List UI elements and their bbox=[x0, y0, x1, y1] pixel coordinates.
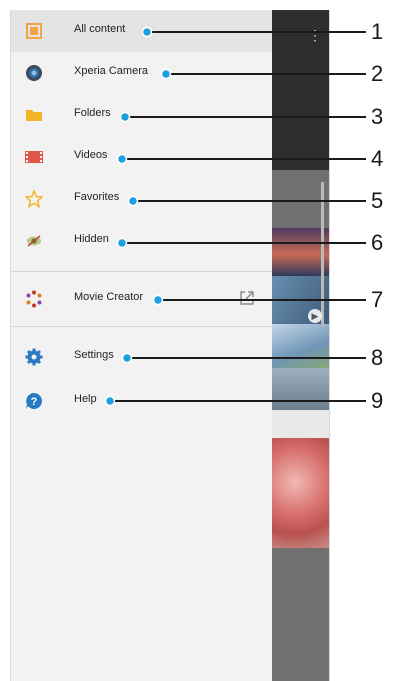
menu-item-label: Xperia Camera bbox=[74, 65, 148, 77]
menu-item-label: All content bbox=[74, 23, 126, 35]
menu-item-label: Movie Creator bbox=[74, 291, 144, 303]
menu-item-label: Videos bbox=[74, 149, 108, 161]
callout-number-4: 4 bbox=[371, 146, 384, 171]
callout-number-8: 8 bbox=[371, 345, 384, 370]
menu-item-all-content[interactable]: All content bbox=[11, 10, 272, 52]
play-icon[interactable]: ▶ bbox=[308, 309, 322, 323]
menu-item-videos[interactable]: Videos bbox=[11, 136, 272, 178]
star-icon bbox=[25, 190, 43, 208]
photo-thumbnail[interactable] bbox=[272, 368, 329, 410]
all-content-icon bbox=[25, 22, 43, 40]
callout-number-7: 7 bbox=[371, 287, 384, 312]
help-icon: ? bbox=[25, 392, 43, 410]
menu-item-label: Folders bbox=[74, 107, 111, 119]
menu-divider bbox=[11, 271, 272, 272]
navigation-drawer: All content Xperia Camera Folders Videos bbox=[11, 10, 272, 681]
menu-item-label: Hidden bbox=[74, 233, 109, 245]
menu-item-xperia-camera[interactable]: Xperia Camera bbox=[11, 52, 272, 94]
phone-screen: ⋮ ▶ All content Xperia Camera Folders Vi… bbox=[10, 10, 330, 681]
video-icon bbox=[25, 148, 43, 166]
photo-thumbnail[interactable] bbox=[272, 438, 329, 548]
menu-item-settings[interactable]: Settings bbox=[11, 336, 272, 378]
menu-item-label: Favorites bbox=[74, 191, 120, 203]
menu-item-folders[interactable]: Folders bbox=[11, 94, 272, 136]
scrollbar[interactable] bbox=[321, 182, 324, 327]
callout-number-1: 1 bbox=[371, 19, 384, 44]
callout-number-5: 5 bbox=[371, 188, 384, 213]
folder-icon bbox=[25, 106, 43, 124]
menu-item-movie-creator[interactable]: Movie Creator bbox=[11, 278, 272, 320]
photo-thumbnail[interactable] bbox=[272, 324, 329, 368]
menu-divider bbox=[11, 326, 272, 327]
menu-item-label: Settings bbox=[74, 349, 114, 361]
hidden-icon bbox=[25, 232, 43, 250]
overflow-menu-icon[interactable]: ⋮ bbox=[308, 28, 322, 42]
camera-icon bbox=[25, 64, 43, 82]
menu-item-help[interactable]: ? Help bbox=[11, 380, 272, 422]
gear-icon bbox=[25, 348, 43, 366]
external-link-icon bbox=[239, 290, 255, 306]
menu-item-label: Help bbox=[74, 393, 97, 405]
callout-number-2: 2 bbox=[371, 61, 384, 86]
callout-number-3: 3 bbox=[371, 104, 384, 129]
svg-text:?: ? bbox=[31, 396, 38, 408]
callout-number-9: 9 bbox=[371, 388, 384, 413]
menu-item-favorites[interactable]: Favorites bbox=[11, 178, 272, 220]
menu-item-hidden[interactable]: Hidden bbox=[11, 220, 272, 262]
callout-number-6: 6 bbox=[371, 230, 384, 255]
photo-thumbnail[interactable] bbox=[272, 410, 329, 438]
movie-creator-icon bbox=[25, 290, 43, 308]
